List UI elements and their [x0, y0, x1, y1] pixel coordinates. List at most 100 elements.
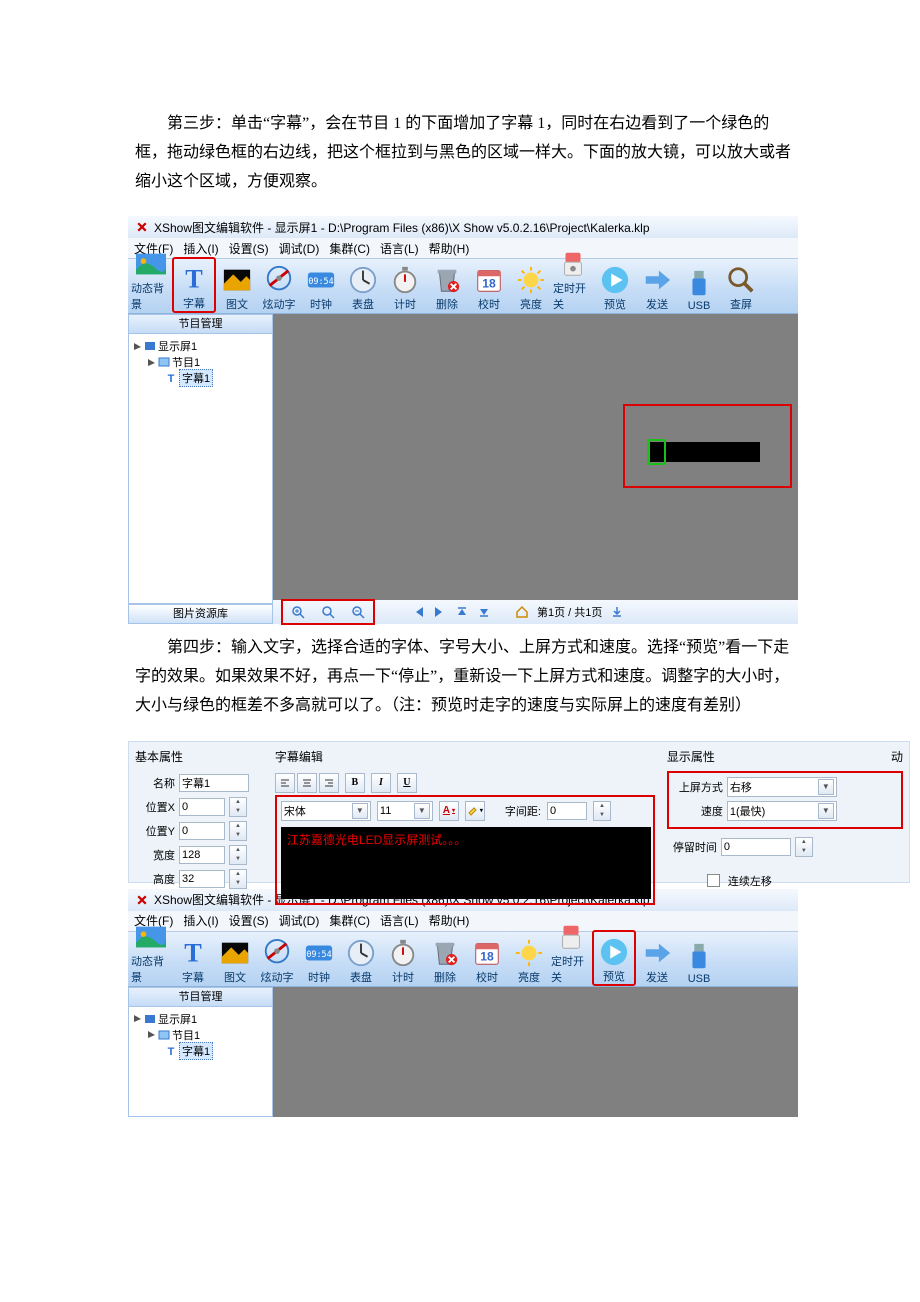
menu-lang2[interactable]: 语言(L) — [380, 912, 419, 929]
home-icon[interactable] — [515, 605, 529, 619]
btn-bright[interactable]: 亮度 — [510, 259, 552, 313]
stay-input[interactable] — [721, 838, 791, 856]
cont-label: 连续左移 — [728, 873, 772, 889]
btn-send2[interactable]: 发送 — [636, 932, 678, 986]
tree-panel: 节目管理 显示屏1 节目1 T字幕1 图片资源库 — [128, 314, 273, 624]
tree2-n2[interactable]: 节目1 — [172, 1027, 200, 1043]
menu-group[interactable]: 集群(C) — [329, 240, 370, 257]
btn-fx[interactable]: 炫动字 — [258, 259, 300, 313]
menu-group2[interactable]: 集群(C) — [329, 912, 370, 929]
zoom-out-icon[interactable] — [351, 605, 365, 619]
menu-set2[interactable]: 设置(S) — [229, 912, 269, 929]
y-input[interactable] — [179, 822, 225, 840]
menu-insert[interactable]: 插入(I) — [183, 240, 218, 257]
font-select[interactable]: 宋体▼ — [281, 801, 371, 821]
btn-timer2[interactable]: 计时 — [382, 932, 424, 986]
align-right[interactable] — [319, 773, 339, 793]
menu-insert2[interactable]: 插入(I) — [183, 912, 218, 929]
app-icon2 — [134, 892, 150, 908]
menu-set[interactable]: 设置(S) — [229, 240, 269, 257]
zoom-fit-icon[interactable] — [321, 605, 335, 619]
btn-subtitle[interactable]: T字幕 — [172, 257, 216, 313]
btn-usb[interactable]: USB — [678, 259, 720, 313]
btn-clock2[interactable]: 09:54时钟 — [298, 932, 340, 986]
menu-debug2[interactable]: 调试(D) — [279, 912, 320, 929]
w-spin[interactable]: ▲▼ — [229, 845, 247, 865]
btn-bg[interactable]: 动态背景 — [130, 259, 172, 313]
tree2-n3[interactable]: 字幕1 — [179, 1042, 213, 1060]
menu-debug[interactable]: 调试(D) — [279, 240, 320, 257]
zoom-in-icon[interactable] — [291, 605, 305, 619]
tree-body2[interactable]: 显示屏1 节目1 T字幕1 — [128, 1007, 273, 1117]
x-input[interactable] — [179, 798, 225, 816]
underline-btn[interactable]: U — [397, 773, 417, 793]
h-input[interactable] — [179, 870, 225, 888]
w-input[interactable] — [179, 846, 225, 864]
tree-n2[interactable]: 节目1 — [172, 354, 200, 370]
disp-col: 显示属性动 上屏方式右移▼ 速度1(最快)▼ 停留时间▲▼ 连续左移 — [661, 742, 909, 882]
speed-select[interactable]: 1(最快)▼ — [727, 801, 837, 821]
menu-help2[interactable]: 帮助(H) — [429, 912, 470, 929]
up-icon[interactable] — [455, 605, 469, 619]
btn-subtitle2[interactable]: T字幕 — [172, 932, 214, 986]
cont-check[interactable] — [707, 874, 720, 887]
btn-cal[interactable]: 18校时 — [468, 259, 510, 313]
stay-spin[interactable]: ▲▼ — [795, 837, 813, 857]
first-icon[interactable] — [411, 605, 425, 619]
btn-clock[interactable]: 09:54时钟 — [300, 259, 342, 313]
lib-header[interactable]: 图片资源库 — [128, 604, 273, 624]
name-input[interactable] — [179, 774, 249, 792]
gap-input[interactable] — [547, 802, 587, 820]
bg-color-btn[interactable]: ▾ — [465, 801, 485, 821]
toolbar2: 动态背景 T字幕 图文 炫动字 09:54时钟 表盘 计时 删除 18校时 亮度… — [128, 931, 798, 987]
btn-cal2[interactable]: 18校时 — [466, 932, 508, 986]
menubar[interactable]: 文件(F) 插入(I) 设置(S) 调试(D) 集群(C) 语言(L) 帮助(H… — [128, 238, 798, 258]
btn-preview2[interactable]: 预览 — [592, 930, 636, 986]
tree-n1[interactable]: 显示屏1 — [158, 338, 197, 354]
btn-bg2[interactable]: 动态背景 — [130, 932, 172, 986]
tree2-n1[interactable]: 显示屏1 — [158, 1011, 197, 1027]
menubar2[interactable]: 文件(F) 插入(I) 设置(S) 调试(D) 集群(C) 语言(L) 帮助(H… — [128, 911, 798, 931]
btn-del2[interactable]: 删除 — [424, 932, 466, 986]
mode-select[interactable]: 右移▼ — [727, 777, 837, 797]
tree-n3[interactable]: 字幕1 — [179, 369, 213, 387]
btn-dial2[interactable]: 表盘 — [340, 932, 382, 986]
size-select[interactable]: 11▼ — [377, 801, 433, 821]
btn-usb2[interactable]: USB — [678, 932, 720, 986]
align-center[interactable] — [297, 773, 317, 793]
h-spin[interactable]: ▲▼ — [229, 869, 247, 889]
tree-panel2: 节目管理 显示屏1 节目1 T字幕1 — [128, 987, 273, 1117]
x-spin[interactable]: ▲▼ — [229, 797, 247, 817]
btn-dial[interactable]: 表盘 — [342, 259, 384, 313]
y-spin[interactable]: ▲▼ — [229, 821, 247, 841]
tree-body[interactable]: 显示屏1 节目1 T字幕1 — [128, 334, 273, 604]
btn-send[interactable]: 发送 — [636, 259, 678, 313]
btn-pic[interactable]: 图文 — [216, 259, 258, 313]
paragraph-step3: 第三步：单击“字幕”，会在节目 1 的下面增加了字幕 1，同时在右边看到了一个绿… — [135, 110, 800, 196]
menu-help[interactable]: 帮助(H) — [429, 240, 470, 257]
color-btn[interactable]: A▾ — [439, 801, 459, 821]
last-icon[interactable] — [433, 605, 447, 619]
btn-pic2[interactable]: 图文 — [214, 932, 256, 986]
btn-find[interactable]: 查屏 — [720, 259, 762, 313]
gap-spin[interactable]: ▲▼ — [593, 801, 611, 821]
menu-lang[interactable]: 语言(L) — [380, 240, 419, 257]
btn-switch[interactable]: 定时开关 — [552, 259, 594, 313]
align-left[interactable] — [275, 773, 295, 793]
paragraph-step4: 第四步：输入文字，选择合适的字体、字号大小、上屏方式和速度。选择“预览”看一下走… — [135, 634, 800, 720]
green-region[interactable] — [647, 439, 666, 465]
down-icon[interactable] — [477, 605, 491, 619]
text-editor[interactable]: 江苏嘉德光电LED显示屏测试。。。 — [281, 827, 651, 899]
btn-timer[interactable]: 计时 — [384, 259, 426, 313]
btn-switch2[interactable]: 定时开关 — [550, 932, 592, 986]
canvas2[interactable] — [273, 987, 798, 1117]
bold-btn[interactable]: B — [345, 773, 365, 793]
svg-text:09:54: 09:54 — [306, 949, 331, 959]
btn-bright2[interactable]: 亮度 — [508, 932, 550, 986]
canvas[interactable]: 第1页 / 共1页 — [273, 314, 798, 624]
btn-fx2[interactable]: 炫动字 — [256, 932, 298, 986]
italic-btn[interactable]: I — [371, 773, 391, 793]
export-icon[interactable] — [610, 605, 624, 619]
btn-del[interactable]: 删除 — [426, 259, 468, 313]
btn-preview[interactable]: 预览 — [594, 259, 636, 313]
